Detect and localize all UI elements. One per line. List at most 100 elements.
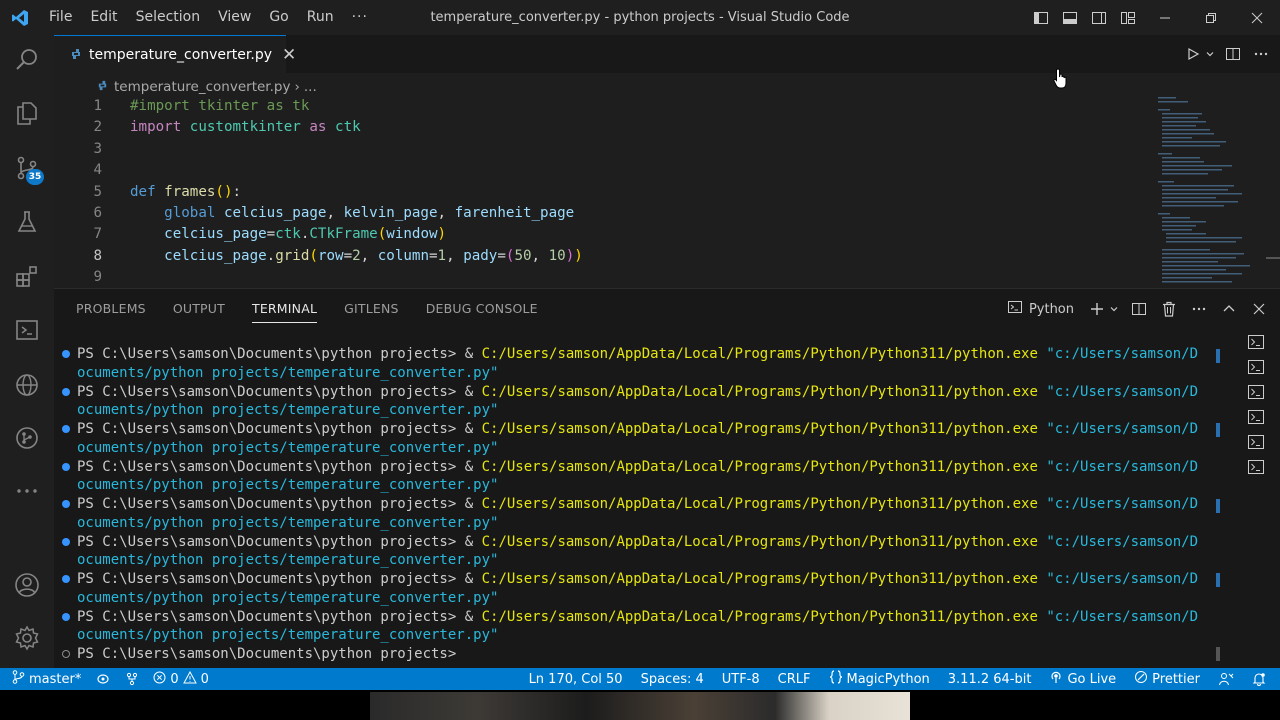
menu-edit[interactable]: Edit [81,0,126,35]
remote-explorer-icon[interactable] [0,307,54,353]
account-icon[interactable] [0,562,54,608]
kill-terminal-trash-icon[interactable] [1158,298,1180,320]
prettier[interactable]: Prettier [1134,670,1200,688]
toggle-panel-icon[interactable] [1055,0,1084,35]
minimap[interactable] [1158,95,1268,288]
code-line: 1 #import tkinter as tk [54,96,1154,117]
terminal-scrollbar[interactable] [1216,349,1220,661]
command-success-dot-icon [62,612,70,621]
problems-indicator[interactable]: 0 0 [153,670,209,688]
title-actions [1026,0,1280,35]
menu-go[interactable]: Go [260,0,297,35]
terminal-instance-icon[interactable] [1234,454,1278,479]
breadcrumb-symbol[interactable]: ... [304,79,317,95]
sync-icon[interactable] [95,673,111,685]
customize-layout-icon[interactable] [1113,0,1142,35]
globe-icon[interactable] [0,362,54,408]
error-count: 0 [170,671,179,687]
menu-run[interactable]: Run [298,0,343,35]
file-encoding[interactable]: UTF-8 [722,672,760,687]
menu-more[interactable]: ··· [343,0,377,35]
terminal-arg-cont: ocuments/python projects/temperature_con… [77,364,499,381]
line-number: 6 [93,204,102,221]
extensions-icon[interactable] [0,253,54,299]
code-editor[interactable]: 1 #import tkinter as tk 2 import customtki… [54,96,1154,289]
tab-output[interactable]: OUTPUT [173,289,225,329]
command-success-dot-icon [62,425,70,433]
git-branch[interactable]: master* [12,670,81,688]
close-window-icon[interactable] [1234,0,1280,35]
split-editor-icon[interactable] [1222,43,1244,65]
terminal-line: ocuments/python projects/temperature_con… [54,551,1214,570]
terminal-dropdown-chevron-icon[interactable] [1108,298,1120,320]
terminal-output[interactable]: PS C:\Users\samson\Documents\python proj… [54,345,1214,667]
video-overlay-strip [0,690,1280,720]
maximize-panel-chevron-up-icon[interactable] [1218,298,1240,320]
panel-actions: Python [1007,289,1270,329]
toggle-secondary-sidebar-icon[interactable] [1084,0,1113,35]
terminal-line: PS C:\Users\samson\Documents\python proj… [54,570,1214,589]
terminal-instance-icon[interactable] [1234,379,1278,404]
run-dropdown-chevron-icon[interactable] [1204,43,1216,65]
close-panel-icon[interactable] [1248,298,1270,320]
terminal-prompt: PS C:\Users\samson\Documents\python proj… [77,346,465,362]
indentation[interactable]: Spaces: 4 [641,672,704,687]
go-live[interactable]: Go Live [1049,670,1116,688]
terminal-tabs-list [1234,329,1278,479]
python-interpreter[interactable]: 3.11.2 64-bit [948,672,1032,687]
menu-selection[interactable]: Selection [127,0,210,35]
breadcrumb-file[interactable]: temperature_converter.py [114,79,290,95]
tab-debug-console[interactable]: DEBUG CONSOLE [426,289,538,329]
restore-icon[interactable] [1188,0,1234,35]
terminal-line: PS C:\Users\samson\Documents\python proj… [54,345,1214,364]
end-of-line[interactable]: CRLF [778,672,811,687]
editor-area: temperature_converter.py ✕ temperature_c… [54,35,1280,288]
menu-file[interactable]: File [40,0,81,35]
explorer-icon[interactable] [0,90,54,136]
code-line: 9 [54,267,1154,288]
terminal-instance-icon[interactable] [1234,329,1278,354]
minimize-icon[interactable] [1142,0,1188,35]
tab-problems[interactable]: PROBLEMS [76,289,146,329]
new-terminal-plus-icon[interactable] [1086,298,1108,320]
settings-gear-icon[interactable] [0,615,54,661]
terminal-arg-start: "c:/Users/samson/D [1037,421,1199,437]
breadcrumb: temperature_converter.py › ... [97,77,317,97]
source-control-icon[interactable]: 35 [0,145,54,191]
line-number: 1 [93,98,102,114]
split-terminal-icon[interactable] [1128,298,1150,320]
menu-view[interactable]: View [209,0,260,35]
language-mode[interactable]: MagicPython [829,670,930,688]
error-icon [153,671,166,688]
account-feedback-icon[interactable] [1218,672,1234,686]
terminal-instance-icon[interactable] [1234,354,1278,379]
cursor-position[interactable]: Ln 170, Col 50 [529,672,623,687]
notifications-bell-icon[interactable] [1252,672,1266,686]
tab-temperature-converter[interactable]: temperature_converter.py ✕ [54,35,296,73]
terminal-profile[interactable]: Python [1007,299,1074,319]
testing-flask-icon[interactable] [0,199,54,245]
tab-label: temperature_converter.py [89,46,272,63]
gitlens-icon[interactable] [0,415,54,461]
terminal-amp: & [464,571,482,587]
more-views-icon[interactable] [0,468,54,514]
panel-more-actions-icon[interactable] [1188,298,1210,320]
terminal-instance-icon[interactable] [1234,404,1278,429]
activity-bar: 35 [0,35,54,668]
tab-gitlens[interactable]: GITLENS [344,289,399,329]
terminal-arg-cont: ocuments/python projects/temperature_con… [77,589,499,606]
tab-close-icon[interactable]: ✕ [282,45,296,65]
tab-terminal[interactable]: TERMINAL [251,289,318,329]
command-success-dot-icon [62,387,70,396]
toggle-primary-sidebar-icon[interactable] [1026,0,1055,35]
run-python-file-icon[interactable] [1182,43,1204,65]
line-number: 2 [93,119,102,136]
terminal-line: PS C:\Users\samson\Documents\python proj… [54,533,1214,552]
command-pending-dot-icon [62,650,70,658]
terminal-prompt: PS C:\Users\samson\Documents\python proj… [77,421,465,437]
live-share-icon[interactable] [125,672,139,686]
search-icon[interactable] [0,37,54,83]
editor-scrollbar-marker[interactable] [1266,257,1280,259]
terminal-instance-icon[interactable] [1234,429,1278,454]
editor-more-actions-icon[interactable] [1250,43,1272,65]
